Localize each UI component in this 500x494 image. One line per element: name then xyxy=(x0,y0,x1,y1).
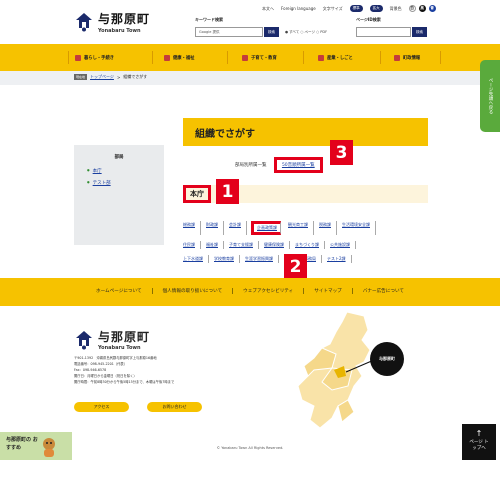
recommend-label: 与那原町の おすすめ xyxy=(6,437,38,451)
footer-address: 〒901-1392 沖縄県島尻郡与那原町字上与那原16番地 電話番号：098-9… xyxy=(74,356,175,384)
dept-link[interactable]: 公共施設課 xyxy=(325,241,356,249)
page-id-input[interactable] xyxy=(356,27,411,37)
keyword-search-input[interactable]: Google 提供 xyxy=(195,27,263,37)
dept-link[interactable]: 税務課 xyxy=(314,221,337,235)
dept-link[interactable]: 福祉課 xyxy=(201,241,224,249)
dept-row: 住民課 福祉課 子育て支援課 健康保険課 まちづくり課 公共施設課 xyxy=(183,241,428,249)
dept-link[interactable]: まちづくり課 xyxy=(290,241,325,249)
breadcrumb-current: 組織でさがす xyxy=(123,74,148,79)
keyword-search-button[interactable]: 検索 xyxy=(264,27,279,37)
contact-button[interactable]: お問い合わせ xyxy=(147,402,202,412)
nav-item-town-info[interactable]: 町政情報 xyxy=(394,52,420,64)
footer-link-privacy[interactable]: 個人情報の取り扱いについて xyxy=(153,288,234,294)
dept-link[interactable]: 財政課 xyxy=(201,221,224,235)
bg-blue-button[interactable]: 青 xyxy=(428,5,436,12)
nav-item-living[interactable]: 暮らし・手続き xyxy=(75,52,114,64)
skip-to-content-link[interactable]: 本文へ xyxy=(262,6,274,12)
font-size-label: 文字サイズ xyxy=(322,5,343,11)
dept-link[interactable]: 生涯学習振興課 xyxy=(240,255,279,263)
dept-link[interactable]: 学校教育課 xyxy=(209,255,240,263)
footer-logo: 与那原町 Yonabaru Town xyxy=(74,328,150,351)
dept-row: 総務課 財政課 会計課 企画政策課 観光商工課 税務課 生活環境安全課 xyxy=(183,221,428,235)
logo-title: 与那原町 xyxy=(98,12,151,26)
child-icon xyxy=(242,55,248,61)
dept-link[interactable]: 子育て支援課 xyxy=(224,241,259,249)
current-location-label: 現在地 xyxy=(74,74,88,80)
breadcrumb-top-link[interactable]: トップページ xyxy=(90,74,114,80)
search-scope-options[interactable]: ● すべて ○ ページ ○ PDF xyxy=(285,30,327,35)
side-back-to-top-tab[interactable]: ページ先頭へ戻る xyxy=(480,60,500,132)
building-icon xyxy=(394,55,400,61)
mascot-icon xyxy=(43,438,55,457)
annotation-badge-1: 1 xyxy=(216,179,239,204)
nav-item-childcare[interactable]: 子育て・教育 xyxy=(242,52,277,64)
dept-link[interactable]: 上下水道課 xyxy=(183,255,209,263)
bg-color-label: 背景色 xyxy=(389,5,402,11)
nav-item-industry[interactable]: 産業・しごと xyxy=(318,52,353,64)
dept-link-highlighted[interactable]: 企画政策課 xyxy=(251,221,281,235)
house-icon xyxy=(75,55,81,61)
map-callout: 与那原町 xyxy=(370,342,404,376)
dept-link[interactable]: 住民課 xyxy=(183,241,201,249)
page-title: 組織でさがす xyxy=(183,118,428,146)
nav-item-health[interactable]: 健康・福祉 xyxy=(164,52,194,64)
footer-logo-subtitle: Yonabaru Town xyxy=(98,345,141,351)
sidebar-item-test-dept[interactable]: テスト部 xyxy=(93,181,111,186)
utility-links: 本文へ Foreign language 文字サイズ 標準 拡大 背景色 白 黒… xyxy=(262,5,436,12)
font-standard-button[interactable]: 標準 xyxy=(349,5,363,12)
breadcrumb: 現在地 トップページ > 組織でさがす xyxy=(0,71,500,85)
foreign-language-link[interactable]: Foreign language xyxy=(281,6,316,11)
global-nav: 暮らし・手続き 健康・福祉 子育て・教育 産業・しごと 町政情報 xyxy=(0,44,500,71)
arrow-up-icon: ↑ xyxy=(475,429,483,438)
dept-link[interactable]: 会計課 xyxy=(224,221,247,235)
access-button[interactable]: アクセス xyxy=(74,402,129,412)
dept-link[interactable]: 生活環境安全課 xyxy=(337,221,376,235)
sidebar-item-honcho[interactable]: 本庁 xyxy=(93,169,102,174)
sublink-kana-list[interactable]: 50音順所属一覧 xyxy=(273,157,323,173)
section-title: 本庁 xyxy=(183,185,211,203)
briefcase-icon xyxy=(318,55,324,61)
footer-logo-title: 与那原町 xyxy=(98,330,151,344)
dept-link[interactable]: 観光商工課 xyxy=(283,221,314,235)
sublink-dept-list[interactable]: 部局別所属一覧 xyxy=(235,163,267,168)
breadcrumb-separator: > xyxy=(116,74,121,80)
town-emblem-icon xyxy=(74,12,94,32)
keyword-search-label: キーワード検索 xyxy=(195,17,223,22)
annotation-badge-2: 2 xyxy=(284,254,307,279)
footer-link-about[interactable]: ホームページについて xyxy=(86,288,153,294)
footer-link-accessibility[interactable]: ウェブアクセシビリティ xyxy=(233,288,305,294)
footer-link-sitemap[interactable]: サイトマップ xyxy=(304,288,353,294)
sidebar: 部局 本庁 テスト部 xyxy=(74,145,164,245)
footer-link-banner-ads[interactable]: バナー広告について xyxy=(353,288,414,294)
page-id-search-label: ページID検索 xyxy=(356,17,381,22)
annotation-badge-3: 3 xyxy=(330,140,353,165)
dept-link[interactable]: 総務課 xyxy=(183,221,201,235)
page-id-search-button[interactable]: 検索 xyxy=(412,27,427,37)
dept-link[interactable]: 健康保険課 xyxy=(259,241,290,249)
town-emblem-icon xyxy=(76,330,92,349)
sublinks: 部局別所属一覧 50音順所属一覧 xyxy=(235,157,323,173)
font-large-button[interactable]: 拡大 xyxy=(369,5,383,12)
footer-links: ホームページについて 個人情報の取り扱いについて ウェブアクセシビリティ サイト… xyxy=(0,278,500,306)
copyright: © Yonabaru Town All Rights Reserved. xyxy=(216,446,284,450)
bg-black-button[interactable]: 黒 xyxy=(418,5,426,12)
dept-link[interactable]: テスト2課 xyxy=(322,255,352,263)
page-top-button[interactable]: ↑ ページ トップへ xyxy=(462,424,496,460)
recommend-panel[interactable]: 与那原町の おすすめ xyxy=(0,432,72,460)
sidebar-heading: 部局 xyxy=(114,155,124,160)
site-logo[interactable]: 与那原町 Yonabaru Town xyxy=(74,10,150,34)
logo-subtitle: Yonabaru Town xyxy=(98,28,141,34)
heart-icon xyxy=(164,55,170,61)
bg-white-button[interactable]: 白 xyxy=(408,5,416,12)
